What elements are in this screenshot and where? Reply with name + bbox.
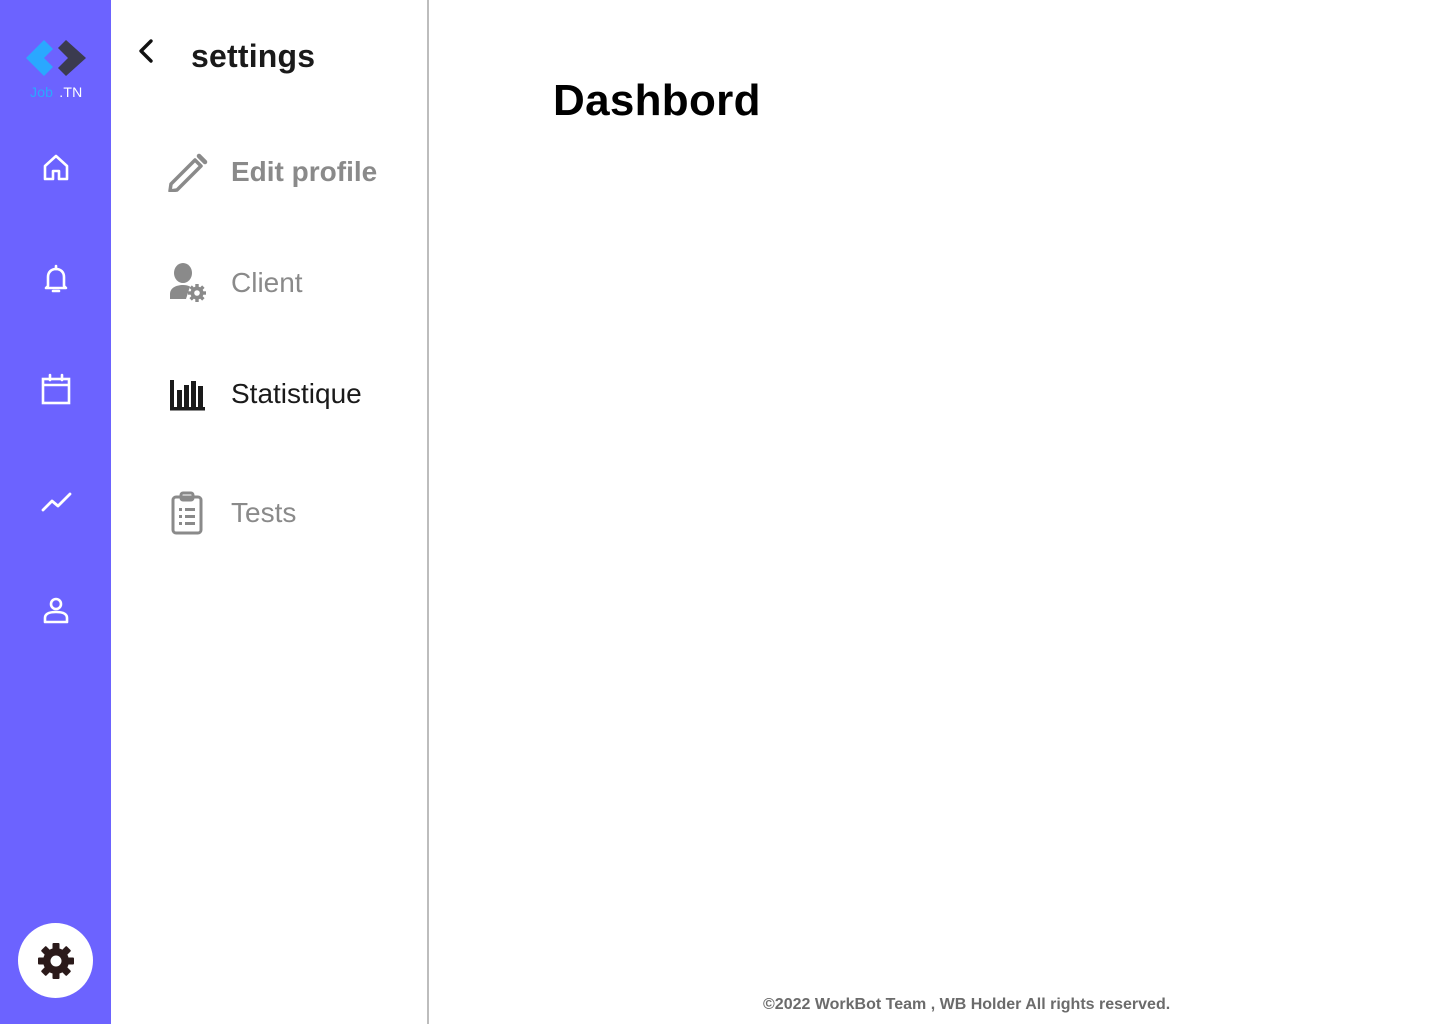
bell-icon bbox=[44, 264, 68, 293]
clipboard-list-icon bbox=[161, 487, 213, 539]
rail-profile-button[interactable] bbox=[35, 589, 77, 631]
app-logo[interactable]: Job .TN bbox=[22, 34, 92, 100]
rail-home-button[interactable] bbox=[35, 147, 77, 189]
menu-item-label: Statistique bbox=[231, 378, 362, 409]
bar-chart-icon bbox=[161, 368, 213, 420]
trending-icon bbox=[41, 492, 72, 512]
gear-icon bbox=[37, 942, 74, 979]
rail-notifications-button[interactable] bbox=[35, 258, 77, 300]
panel-title: settings bbox=[191, 38, 316, 74]
brand-name-part1: Job bbox=[30, 84, 54, 100]
pencil-icon bbox=[161, 146, 213, 198]
menu-item-edit-profile[interactable]: Edit profile bbox=[161, 145, 411, 199]
home-icon bbox=[43, 154, 69, 181]
back-button[interactable] bbox=[132, 36, 162, 66]
user-icon bbox=[43, 597, 69, 624]
page-title: Dashbord bbox=[553, 76, 761, 125]
rail-calendar-button[interactable] bbox=[35, 368, 77, 410]
menu-item-client[interactable]: Client bbox=[161, 256, 411, 310]
menu-item-statistique[interactable]: Statistique bbox=[161, 367, 411, 421]
menu-item-label: Tests bbox=[231, 497, 297, 528]
rail-statistics-button[interactable] bbox=[35, 479, 77, 521]
logo-mark-icon bbox=[26, 40, 86, 76]
menu-item-label: Client bbox=[231, 267, 303, 298]
calendar-icon bbox=[41, 373, 71, 405]
footer-copyright: ©2022 WorkBot Team , WB Holder All right… bbox=[763, 996, 1171, 1013]
brand-name: Job .TN bbox=[30, 84, 82, 100]
icon-rail: Job .TN bbox=[0, 0, 111, 1024]
settings-button[interactable] bbox=[18, 923, 93, 998]
menu-item-label: Edit profile bbox=[231, 156, 378, 187]
settings-panel: settings Edit profile Client Statistique… bbox=[111, 0, 429, 1024]
brand-name-part2: .TN bbox=[59, 84, 83, 100]
chevron-left-icon bbox=[139, 39, 153, 63]
menu-item-tests[interactable]: Tests bbox=[161, 486, 411, 540]
user-gear-icon bbox=[161, 257, 213, 309]
